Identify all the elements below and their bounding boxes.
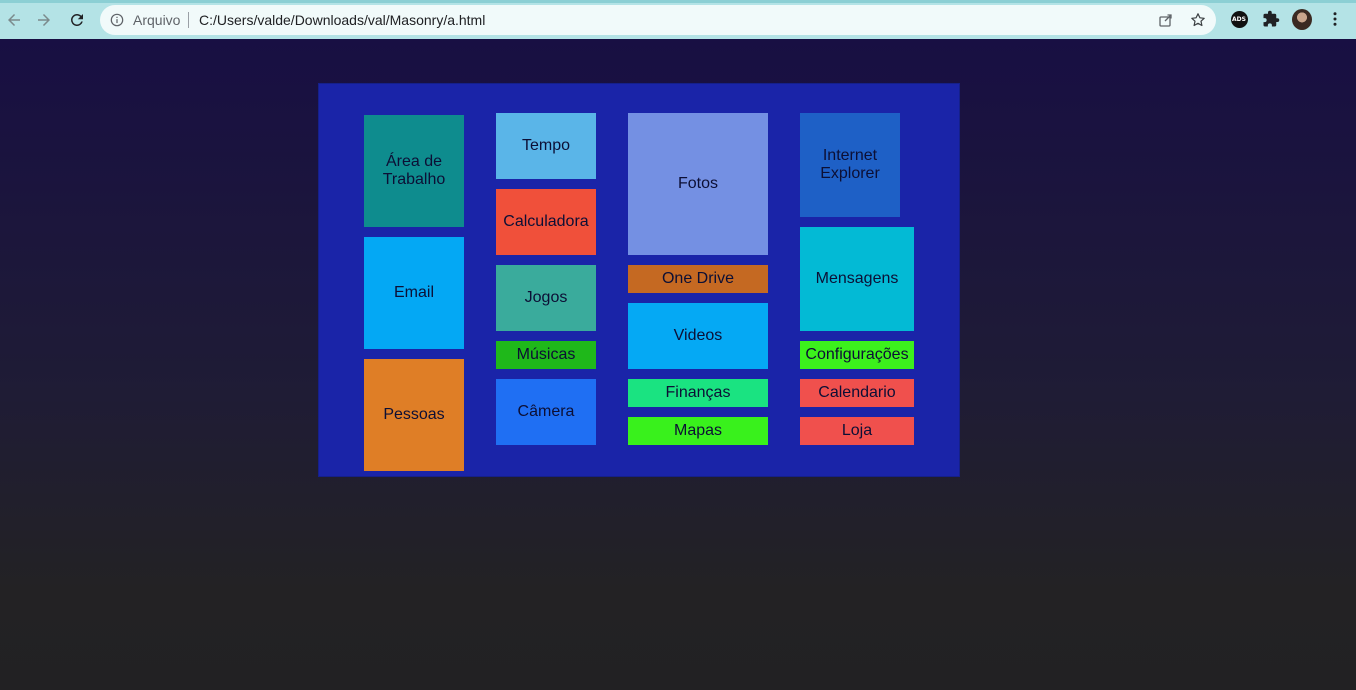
tile-tempo[interactable]: Tempo: [496, 113, 596, 179]
star-icon[interactable]: [1190, 12, 1206, 28]
tile-financas[interactable]: Finanças: [628, 379, 768, 407]
tile-mapas[interactable]: Mapas: [628, 417, 768, 445]
arrow-left-icon: [8, 14, 20, 26]
info-icon[interactable]: [110, 13, 124, 27]
tile-label: Calculadora: [503, 213, 589, 230]
tile-label: Loja: [841, 422, 873, 439]
masonry-panel: Área de Trabalho Email Pessoas Tempo Cal…: [318, 83, 960, 477]
address-bar[interactable]: Arquivo C:/Users/valde/Downloads/val/Mas…: [100, 5, 1216, 35]
reload-icon: [70, 13, 83, 26]
tile-label: Área de Trabalho: [382, 153, 446, 188]
scheme-label: Arquivo: [133, 12, 181, 28]
kebab-menu-icon: [1333, 12, 1337, 26]
tile-internet-explorer[interactable]: Internet Explorer: [800, 113, 900, 217]
browser-toolbar: Arquivo C:/Users/valde/Downloads/val/Mas…: [0, 0, 1356, 39]
tile-label: Calendario: [818, 384, 896, 401]
tile-videos[interactable]: Videos: [628, 303, 768, 369]
tile-calendario[interactable]: Calendario: [800, 379, 914, 407]
tile-label: Tempo: [521, 137, 571, 154]
back-button[interactable]: [2, 8, 26, 32]
tile-musicas[interactable]: Músicas: [496, 341, 596, 369]
tile-one-drive[interactable]: One Drive: [628, 265, 768, 293]
tile-label: Videos: [673, 327, 723, 344]
forward-button[interactable]: [32, 8, 56, 32]
url-text[interactable]: C:/Users/valde/Downloads/val/Masonry/a.h…: [199, 12, 485, 28]
tile-calculadora[interactable]: Calculadora: [496, 189, 596, 255]
arrow-right-icon: [38, 14, 50, 26]
avatar: [1292, 8, 1312, 30]
tile-label: One Drive: [661, 270, 735, 287]
tile-label: Câmera: [517, 403, 575, 420]
tile-label: Mensagens: [815, 270, 899, 287]
tile-pessoas[interactable]: Pessoas: [364, 359, 464, 471]
tile-label: Pessoas: [383, 406, 445, 423]
ads-badge: ADS: [1230, 10, 1248, 28]
page-viewport: Área de Trabalho Email Pessoas Tempo Cal…: [0, 39, 1356, 690]
tile-label: Finanças: [665, 384, 731, 401]
tile-fotos[interactable]: Fotos: [628, 113, 768, 255]
tile-label: Mapas: [673, 422, 723, 439]
tile-configuracoes[interactable]: Configurações: [800, 341, 914, 369]
tile-label: Configurações: [805, 346, 909, 363]
tile-area-de-trabalho[interactable]: Área de Trabalho: [364, 115, 464, 227]
tile-label: Internet Explorer: [820, 147, 880, 182]
share-icon[interactable]: [1158, 12, 1174, 28]
profile-button[interactable]: [1292, 8, 1312, 30]
extensions-button[interactable]: [1261, 9, 1281, 29]
browser-menu-button[interactable]: [1325, 9, 1345, 29]
tile-email[interactable]: Email: [364, 237, 464, 349]
reload-button[interactable]: [65, 8, 89, 32]
tile-label: Músicas: [516, 346, 576, 363]
tile-jogos[interactable]: Jogos: [496, 265, 596, 331]
tab-strip: [0, 0, 1356, 3]
tile-label: Jogos: [524, 289, 568, 306]
tile-loja[interactable]: Loja: [800, 417, 914, 445]
puzzle-icon: [1263, 10, 1280, 27]
address-separator: [188, 12, 189, 28]
tile-label: Email: [393, 284, 434, 301]
tile-camera[interactable]: Câmera: [496, 379, 596, 445]
ads-extension-button[interactable]: ADS: [1229, 9, 1249, 29]
tile-mensagens[interactable]: Mensagens: [800, 227, 914, 331]
tile-label: Fotos: [677, 175, 718, 192]
